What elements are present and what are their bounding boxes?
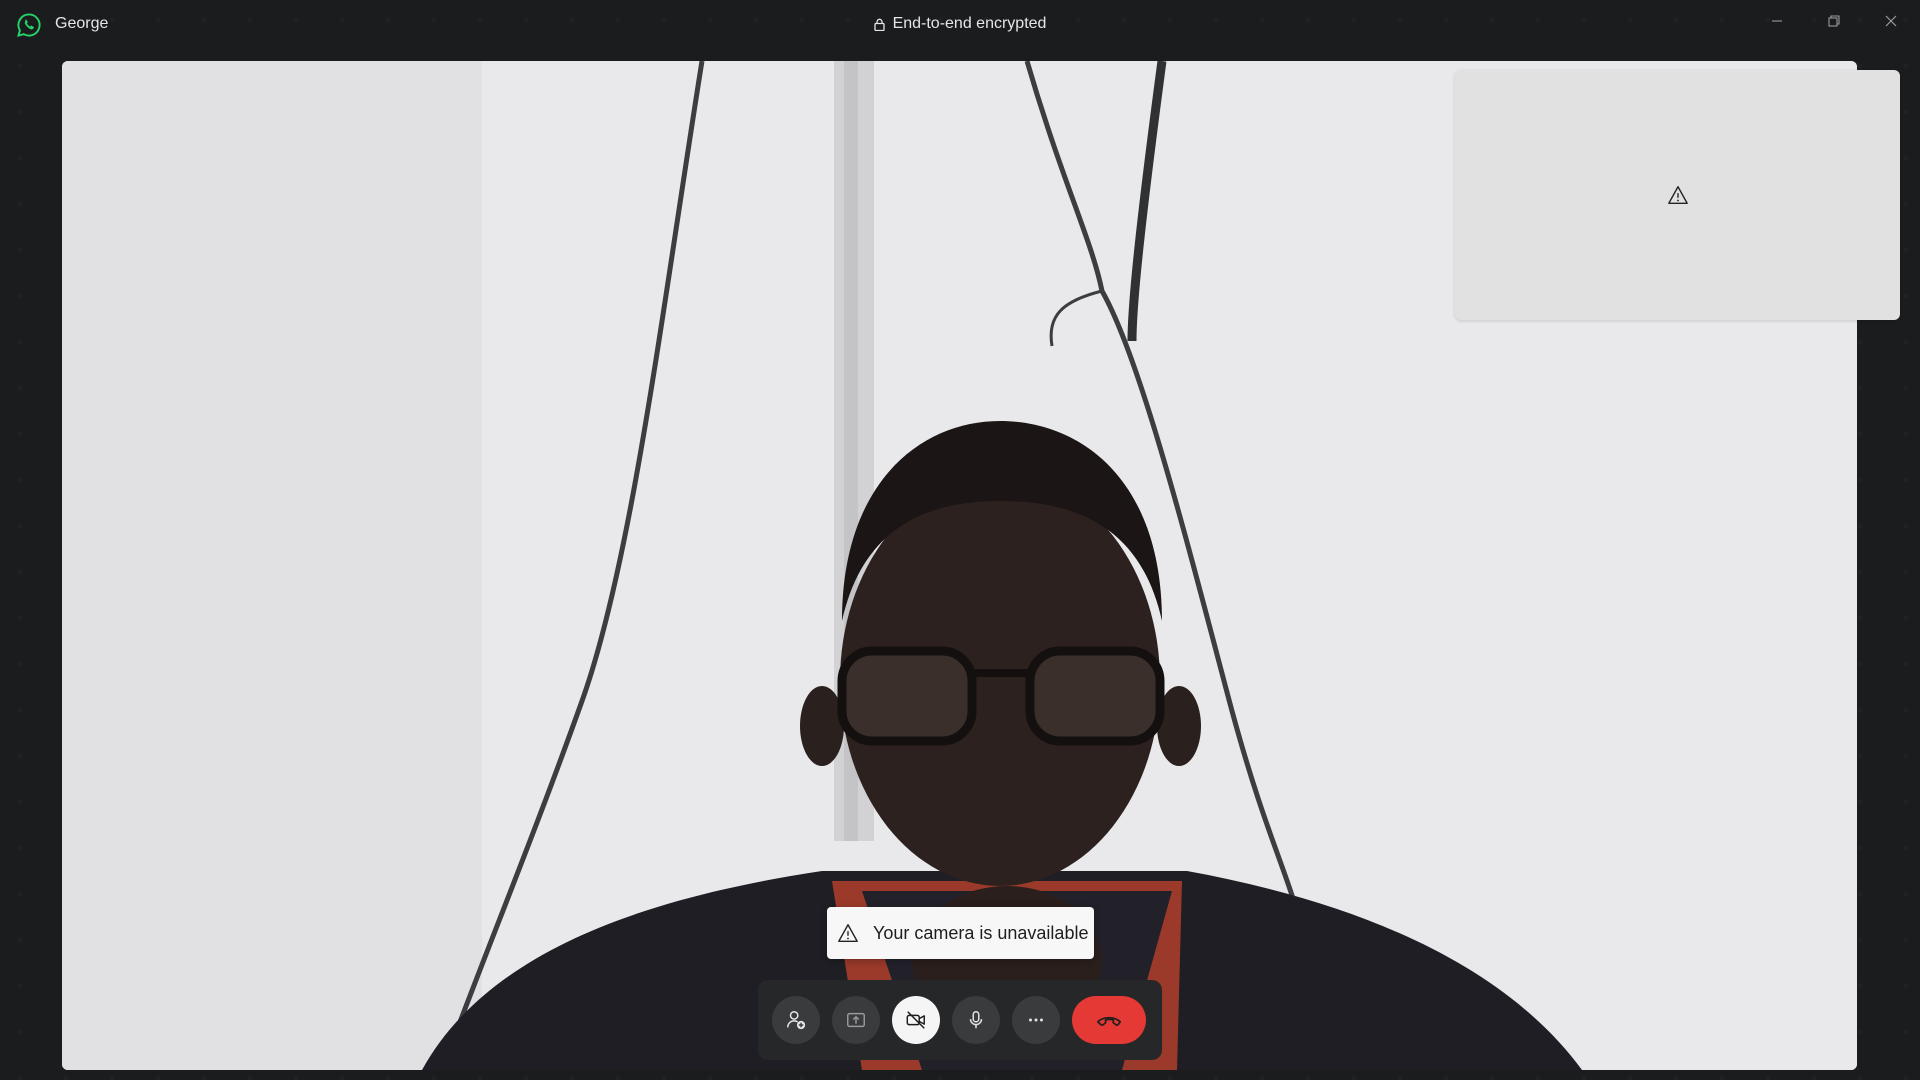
- camera-unavailable-toast: Your camera is unavailable: [827, 907, 1094, 959]
- add-participant-button[interactable]: [772, 996, 820, 1044]
- end-call-button[interactable]: [1072, 996, 1146, 1044]
- warning-icon: [838, 924, 858, 942]
- toast-message: Your camera is unavailable: [873, 922, 1089, 943]
- microphone-icon: [969, 1011, 983, 1029]
- window-controls: [1748, 6, 1919, 36]
- more-options-button[interactable]: [1012, 996, 1060, 1044]
- close-icon: [1885, 15, 1896, 27]
- screen-share-icon: [847, 1012, 865, 1028]
- video-off-icon: [906, 1011, 925, 1029]
- camera-toggle-button[interactable]: [892, 996, 940, 1044]
- call-window: George End-to-end encrypted Your camera …: [0, 0, 1920, 1080]
- warning-icon: [1667, 186, 1688, 204]
- self-video-preview[interactable]: [1455, 70, 1900, 320]
- mute-button[interactable]: [952, 996, 1000, 1044]
- minimize-icon: [1771, 20, 1782, 22]
- close-button[interactable]: [1862, 6, 1919, 36]
- title-bar: George End-to-end encrypted: [0, 0, 1920, 50]
- restore-icon: [1827, 15, 1840, 27]
- hang-up-icon: [1096, 1016, 1122, 1027]
- restore-button[interactable]: [1805, 6, 1862, 36]
- encryption-label: End-to-end encrypted: [892, 15, 1047, 32]
- add-person-icon: [787, 1011, 806, 1030]
- encryption-status: End-to-end encrypted: [0, 15, 1920, 33]
- lock-icon: [873, 18, 885, 31]
- call-controls-bar: [758, 980, 1162, 1060]
- share-screen-button[interactable]: [832, 996, 880, 1044]
- more-horizontal-icon: [1029, 1018, 1043, 1022]
- minimize-button[interactable]: [1748, 6, 1805, 36]
